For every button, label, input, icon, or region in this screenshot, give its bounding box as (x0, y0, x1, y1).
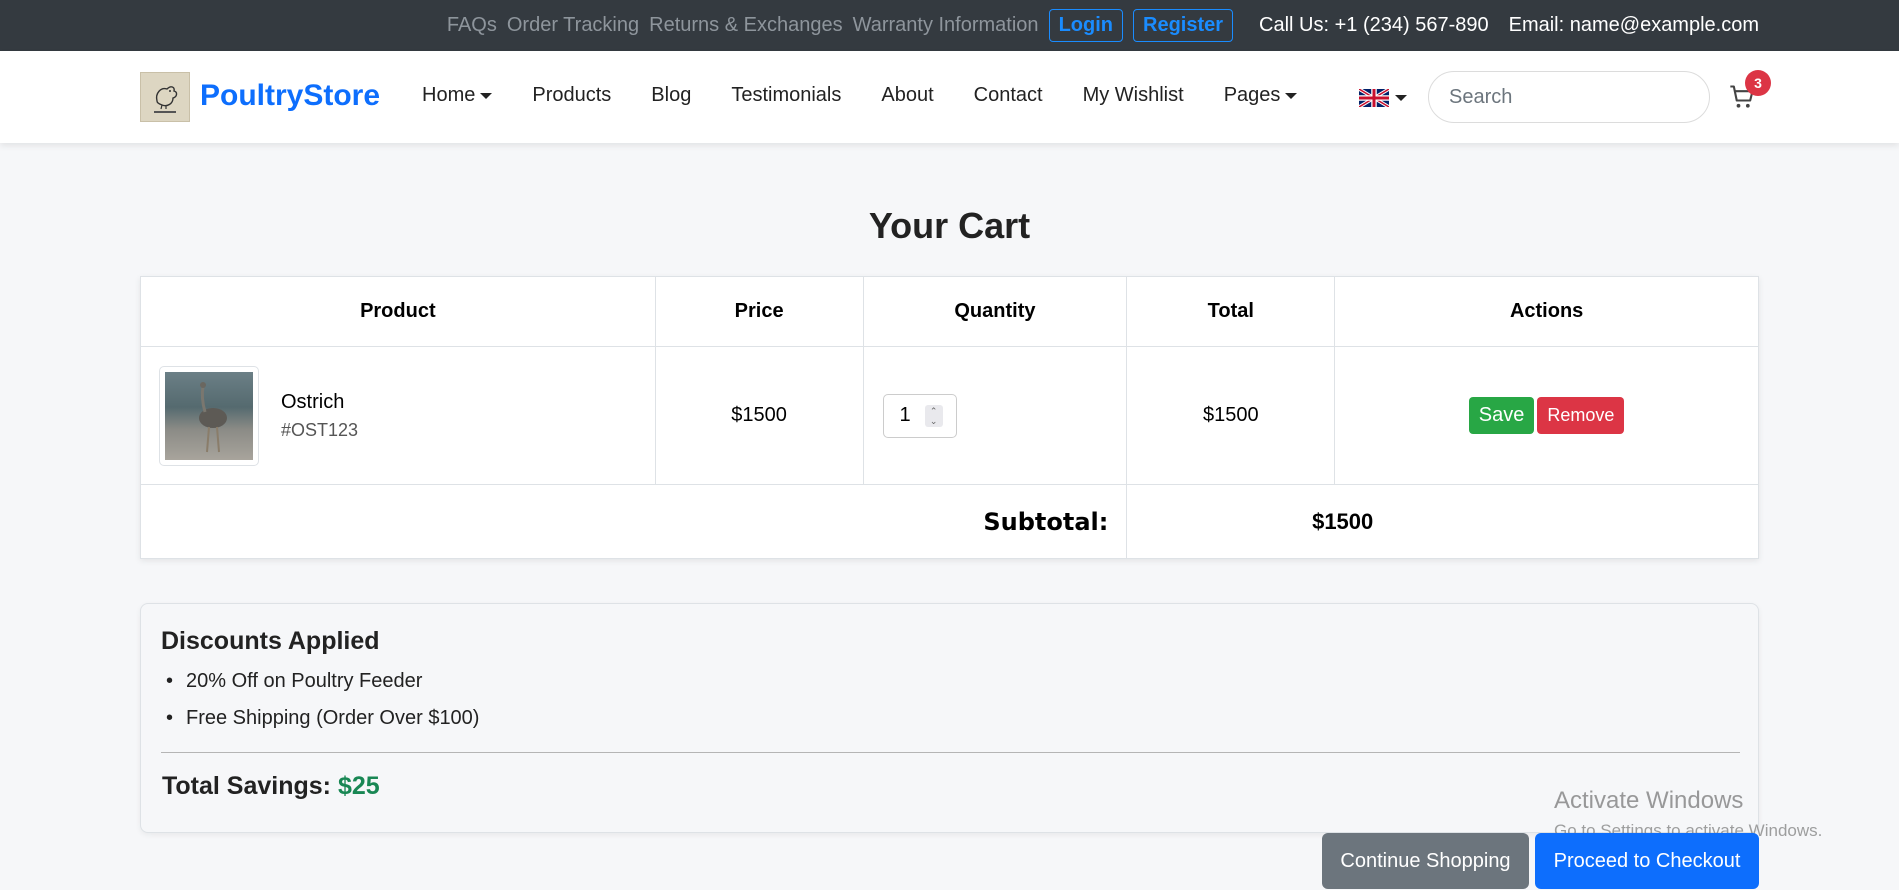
subtotal-label: Subtotal: (139, 484, 1128, 559)
register-button[interactable]: Register (1133, 9, 1234, 42)
uk-flag-icon (1359, 89, 1389, 107)
returns-exchanges-link[interactable]: Returns & Exchanges (649, 14, 842, 37)
main-nav: Home Products Blog Testimonials About Co… (422, 84, 1337, 107)
total-savings: Total Savings: $25 (162, 772, 380, 801)
product-name[interactable]: Ostrich (281, 391, 358, 414)
language-selector[interactable] (1359, 89, 1407, 107)
continue-shopping-button[interactable]: Continue Shopping (1322, 833, 1529, 889)
discounts-title: Discounts Applied (161, 627, 380, 655)
table-header-row: Product Price Quantity Total Actions (140, 276, 1759, 347)
nav-contact[interactable]: Contact (974, 84, 1043, 107)
login-button[interactable]: Login (1048, 9, 1123, 42)
quantity-cell: 1 ⌃ ⌄ (862, 346, 1128, 485)
header-total: Total (1126, 276, 1336, 347)
brand-name[interactable]: PoultryStore (200, 79, 380, 113)
product-image[interactable] (159, 365, 259, 466)
caret-down-icon (1285, 92, 1298, 99)
savings-value: $25 (337, 772, 380, 800)
list-item: Free Shipping (Order Over $100) (166, 707, 480, 730)
nav-pages[interactable]: Pages (1224, 84, 1298, 107)
save-button[interactable]: Save (1468, 397, 1535, 434)
header-price: Price (654, 276, 864, 347)
nav-testimonials[interactable]: Testimonials (731, 84, 841, 107)
cart-table: Product Price Quantity Total Actions Ost… (139, 276, 1759, 559)
email-contact: Email: name@example.com (1508, 14, 1759, 36)
warranty-information-link[interactable]: Warranty Information (853, 14, 1039, 37)
cart-count-badge: 3 (1745, 70, 1771, 96)
activate-windows-title: Activate Windows (1554, 787, 1744, 814)
divider (161, 752, 1740, 753)
total-cell: $1500 (1126, 346, 1336, 485)
nav-pages-label: Pages (1223, 84, 1281, 106)
ostrich-photo (165, 371, 253, 460)
search-input[interactable] (1428, 71, 1710, 123)
nav-blog[interactable]: Blog (651, 84, 691, 107)
price-cell: $1500 (654, 346, 864, 485)
proceed-to-checkout-button[interactable]: Proceed to Checkout (1535, 833, 1759, 889)
nav-about[interactable]: About (881, 84, 933, 107)
order-tracking-link[interactable]: Order Tracking (507, 14, 639, 37)
page-title: Your Cart (868, 205, 1031, 246)
product-sku: #OST123 (281, 419, 359, 440)
nav-contact-label: Contact (973, 84, 1043, 106)
table-row: Ostrich #OST123 $1500 1 ⌃ ⌄ $1500 Save Rem… (140, 346, 1759, 485)
remove-button[interactable]: Remove (1537, 397, 1625, 434)
discounts-panel: Discounts Applied 20% Off on Poultry Fee… (140, 603, 1759, 833)
faqs-link[interactable]: FAQs (447, 14, 497, 37)
actions-cell: Save Remove (1334, 346, 1759, 485)
product-cell: Ostrich #OST123 (140, 346, 656, 485)
header-actions: Actions (1334, 276, 1759, 347)
nav-my-wishlist-label: My Wishlist (1082, 84, 1184, 106)
quantity-value: 1 (899, 404, 911, 426)
nav-products[interactable]: Products (532, 84, 611, 107)
list-item: 20% Off on Poultry Feeder (166, 670, 422, 693)
nav-blog-label: Blog (651, 84, 692, 106)
quantity-stepper[interactable]: 1 ⌃ ⌄ (882, 393, 957, 438)
caret-down-icon (1395, 95, 1407, 101)
savings-label: Total Savings: (162, 772, 332, 800)
nav-about-label: About (881, 84, 934, 106)
subtotal-row: Subtotal: $1500 (139, 484, 1759, 559)
hen-logo-icon (154, 86, 178, 113)
subtotal-value: $1500 (1126, 484, 1759, 559)
nav-products-label: Products (532, 84, 612, 106)
top-bar: FAQs Order Tracking Returns & Exchanges … (0, 0, 1899, 51)
header-quantity: Quantity (862, 276, 1128, 347)
phone-contact: Call Us: +1 (234) 567-890 (1259, 14, 1489, 36)
nav-my-wishlist[interactable]: My Wishlist (1083, 84, 1184, 107)
nav-home[interactable]: Home (422, 84, 493, 107)
spinner-icon[interactable]: ⌃ ⌄ (924, 404, 943, 427)
nav-testimonials-label: Testimonials (731, 84, 842, 106)
navbar: PoultryStore Home Products Blog Testimon… (0, 51, 1899, 143)
brand-logo[interactable] (140, 72, 190, 122)
header-product: Product (140, 276, 656, 347)
nav-home-label: Home (422, 84, 476, 106)
caret-down-icon (480, 92, 493, 99)
